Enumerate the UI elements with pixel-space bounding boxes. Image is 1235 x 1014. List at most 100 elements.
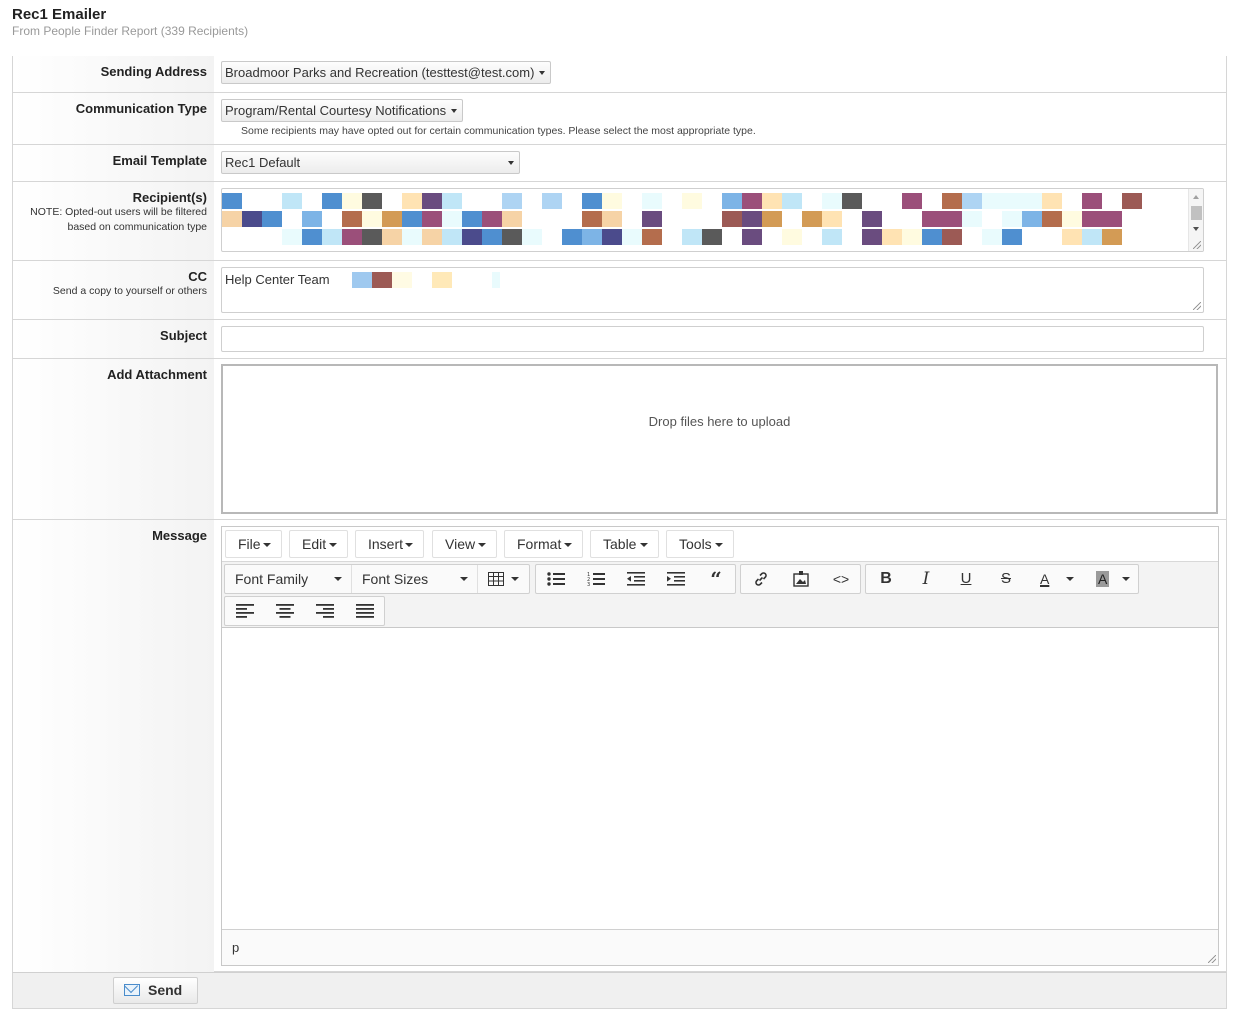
attachment-label: Add Attachment xyxy=(107,367,207,382)
bullet-list-button[interactable] xyxy=(536,565,576,593)
italic-icon: I xyxy=(922,569,930,589)
align-right-button[interactable] xyxy=(305,597,345,625)
menu-edit[interactable]: Edit xyxy=(289,530,348,558)
table-button[interactable] xyxy=(477,565,527,593)
redacted-pixel xyxy=(422,211,442,227)
menu-insert[interactable]: Insert xyxy=(355,530,424,558)
format-toolbar-group: B I U S A A xyxy=(865,564,1139,594)
cc-note: Send a copy to yourself or others xyxy=(52,285,207,297)
insert-toolbar-group: <> xyxy=(740,564,861,594)
redacted-pixel xyxy=(322,193,342,209)
message-editor: File Edit Insert View Format Table Tools… xyxy=(221,526,1219,966)
recipients-row: Recipient(s) NOTE: Opted-out users will … xyxy=(13,182,1226,261)
redacted-pixel xyxy=(442,193,462,209)
sending-address-label: Sending Address xyxy=(100,64,207,79)
redacted-pixel xyxy=(502,211,522,227)
underline-button[interactable]: U xyxy=(946,565,986,593)
resize-grip-icon[interactable] xyxy=(1193,241,1201,249)
redacted-pixel xyxy=(1102,229,1122,245)
blockquote-button[interactable]: “ xyxy=(696,565,736,593)
chevron-down-icon xyxy=(640,543,648,547)
menu-tools[interactable]: Tools xyxy=(666,530,734,558)
italic-button[interactable]: I xyxy=(906,565,946,593)
subject-input[interactable] xyxy=(221,326,1204,352)
redacted-pixel xyxy=(382,229,402,245)
editor-menubar: File Edit Insert View Format Table Tools xyxy=(222,527,1218,562)
redacted-pixel xyxy=(362,211,382,227)
chevron-down-icon xyxy=(539,71,545,75)
resize-grip-icon[interactable] xyxy=(1208,955,1216,963)
background-color-icon: A xyxy=(1096,571,1110,587)
send-label: Send xyxy=(148,982,183,998)
text-color-button[interactable]: A xyxy=(1026,565,1082,593)
align-center-button[interactable] xyxy=(265,597,305,625)
indent-button[interactable] xyxy=(656,565,696,593)
redacted-pixel xyxy=(822,193,842,209)
sending-address-select[interactable]: Broadmoor Parks and Recreation (testtest… xyxy=(221,61,551,84)
scroll-thumb[interactable] xyxy=(1191,206,1202,220)
menu-file[interactable]: File xyxy=(225,530,282,558)
editor-statusbar: p xyxy=(222,929,1218,965)
outdent-button[interactable] xyxy=(616,565,656,593)
scroll-down-icon[interactable] xyxy=(1193,227,1199,231)
redacted-pixel xyxy=(562,229,582,245)
communication-type-select[interactable]: Program/Rental Courtesy Notifications xyxy=(221,99,463,122)
redacted-pixel xyxy=(682,229,702,245)
redacted-pixel xyxy=(722,193,742,209)
scroll-up-icon[interactable] xyxy=(1193,195,1199,199)
redacted-pixel xyxy=(722,211,742,227)
send-button[interactable]: Send xyxy=(113,977,198,1004)
message-body-input[interactable] xyxy=(222,628,1218,929)
strikethrough-button[interactable]: S xyxy=(986,565,1026,593)
background-color-button[interactable]: A xyxy=(1084,565,1138,593)
underline-icon: U xyxy=(960,570,972,587)
recipients-note-line1: NOTE: Opted-out users will be filtered xyxy=(30,206,207,218)
font-sizes-select[interactable]: Font Sizes xyxy=(351,565,476,593)
redacted-pixel xyxy=(762,193,782,209)
sending-address-row: Sending Address Broadmoor Parks and Recr… xyxy=(13,56,1226,93)
redacted-pixel xyxy=(222,193,242,209)
attachment-dropzone[interactable]: Drop files here to upload xyxy=(221,364,1218,514)
menu-view[interactable]: View xyxy=(432,530,497,558)
font-family-select[interactable]: Font Family xyxy=(225,565,350,593)
justify-icon xyxy=(356,604,374,618)
redacted-pixel xyxy=(1042,211,1062,227)
image-button[interactable] xyxy=(781,565,821,593)
redacted-pixel xyxy=(902,193,922,209)
align-toolbar-group xyxy=(224,596,385,626)
envelope-icon xyxy=(124,984,140,996)
source-code-button[interactable]: <> xyxy=(821,565,861,593)
redacted-pixel xyxy=(642,229,662,245)
redacted-pixel xyxy=(542,193,562,209)
bold-button[interactable]: B xyxy=(866,565,906,593)
link-icon xyxy=(755,572,767,586)
redacted-pixel xyxy=(922,229,942,245)
redacted-pixel xyxy=(942,193,962,209)
redacted-pixel xyxy=(502,193,522,209)
redacted-pixel xyxy=(582,229,602,245)
justify-button[interactable] xyxy=(345,597,385,625)
align-right-icon xyxy=(316,604,334,618)
recipients-field[interactable] xyxy=(221,188,1204,252)
cc-field[interactable]: Help Center Team xyxy=(221,267,1204,313)
chevron-down-icon xyxy=(478,543,486,547)
align-left-button[interactable] xyxy=(225,597,265,625)
link-button[interactable] xyxy=(741,565,781,593)
bullet-list-icon xyxy=(547,572,565,586)
element-path[interactable]: p xyxy=(232,940,239,955)
resize-grip-icon[interactable] xyxy=(1193,302,1201,310)
menu-table[interactable]: Table xyxy=(590,530,659,558)
redacted-pixel xyxy=(422,193,442,209)
attachment-row: Add Attachment Drop files here to upload xyxy=(13,359,1226,520)
menu-format[interactable]: Format xyxy=(504,530,583,558)
page-subtitle: From People Finder Report (339 Recipient… xyxy=(12,24,249,38)
redacted-pixel xyxy=(342,211,362,227)
email-template-select[interactable]: Rec1 Default xyxy=(221,151,520,174)
redacted-pixel xyxy=(742,229,762,245)
email-template-label: Email Template xyxy=(112,153,207,168)
numbered-list-button[interactable]: 123 xyxy=(576,565,616,593)
redacted-pixel xyxy=(982,229,1002,245)
redacted-pixel xyxy=(762,211,782,227)
email-template-row: Email Template Rec1 Default xyxy=(13,145,1226,182)
redacted-pixel xyxy=(682,193,702,209)
